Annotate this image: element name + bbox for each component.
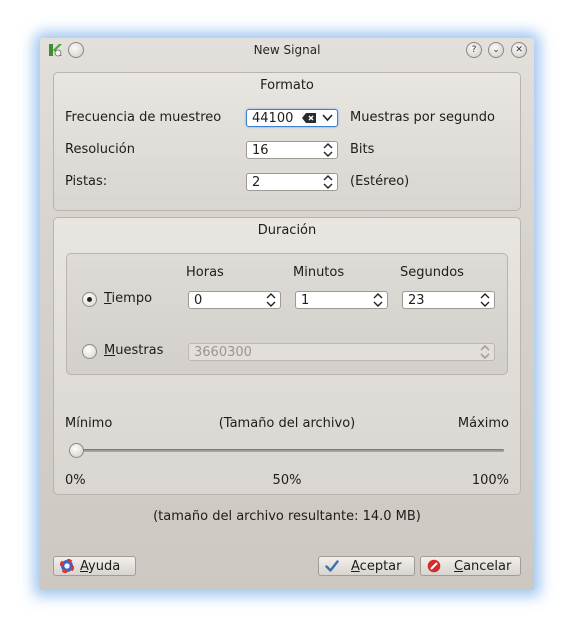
sample-rate-combo[interactable]: 44100 bbox=[246, 109, 338, 127]
resolution-label: Resolución bbox=[65, 142, 135, 157]
resolution-unit: Bits bbox=[350, 142, 375, 157]
new-signal-dialog: New Signal ? ⌄ ✕ Formato Frecuencia de m… bbox=[40, 38, 534, 590]
spin-arrows-icon[interactable] bbox=[480, 293, 490, 307]
sample-rate-label: Frecuencia de muestreo bbox=[65, 110, 222, 125]
hours-header: Horas bbox=[186, 265, 224, 280]
sample-rate-unit: Muestras por segundo bbox=[350, 110, 495, 125]
slider-handle[interactable] bbox=[69, 443, 84, 458]
slider-track bbox=[69, 449, 504, 452]
seconds-header: Segundos bbox=[400, 265, 464, 280]
seconds-value: 23 bbox=[408, 293, 425, 308]
tracks-value: 2 bbox=[252, 175, 261, 190]
hours-value: 0 bbox=[194, 293, 203, 308]
help-button-label: Ayuda bbox=[80, 559, 121, 574]
minutes-value: 1 bbox=[301, 293, 310, 308]
spin-arrows-icon[interactable] bbox=[266, 293, 276, 307]
format-group-title: Formato bbox=[260, 78, 314, 93]
file-size-slider[interactable] bbox=[69, 443, 504, 459]
tick-100-label: 100% bbox=[471, 473, 509, 488]
duration-group-title: Duración bbox=[257, 223, 317, 238]
accept-button[interactable]: Aceptar bbox=[318, 556, 415, 576]
lifebuoy-icon bbox=[60, 559, 74, 573]
sample-rate-value: 44100 bbox=[252, 111, 294, 126]
cancel-button-label: Cancelar bbox=[454, 559, 512, 574]
spin-arrows-icon[interactable] bbox=[373, 293, 383, 307]
minutes-header: Minutos bbox=[293, 265, 345, 280]
tracks-spinbox[interactable]: 2 bbox=[246, 173, 338, 191]
result-file-size: (tamaño del archivo resultante: 14.0 MB) bbox=[153, 509, 421, 524]
cancel-icon bbox=[427, 559, 441, 573]
slider-max-label: Máximo bbox=[457, 416, 509, 431]
minimize-icon[interactable]: ⌄ bbox=[488, 42, 504, 58]
spin-arrows-icon[interactable] bbox=[480, 345, 490, 359]
samples-value: 3660300 bbox=[194, 345, 252, 360]
cancel-button[interactable]: Cancelar bbox=[420, 556, 521, 576]
resolution-spinbox[interactable]: 16 bbox=[246, 141, 338, 159]
radio-selected-dot bbox=[87, 297, 92, 302]
clear-text-icon[interactable] bbox=[302, 112, 317, 124]
minutes-spinbox[interactable]: 1 bbox=[295, 291, 388, 309]
duration-inner-frame: Horas Minutos Segundos Tiempo 0 1 23 Mue… bbox=[66, 253, 508, 375]
hours-spinbox[interactable]: 0 bbox=[188, 291, 281, 309]
seconds-spinbox[interactable]: 23 bbox=[402, 291, 495, 309]
format-group: Formato Frecuencia de muestreo 44100 Mue… bbox=[53, 72, 521, 211]
spin-arrows-icon[interactable] bbox=[323, 143, 333, 157]
duration-group: Duración Horas Minutos Segundos Tiempo 0… bbox=[53, 217, 521, 495]
help-icon[interactable]: ? bbox=[466, 42, 482, 58]
help-button[interactable]: Ayuda bbox=[53, 556, 136, 576]
tiempo-radio[interactable] bbox=[82, 292, 97, 307]
slider-center-label: (Tamaño del archivo) bbox=[218, 416, 356, 431]
tiempo-label[interactable]: Tiempo bbox=[104, 291, 152, 306]
samples-spinbox[interactable]: 3660300 bbox=[188, 343, 495, 361]
close-icon[interactable]: ✕ bbox=[511, 42, 527, 58]
accept-button-label: Aceptar bbox=[351, 559, 402, 574]
tick-50-label: 50% bbox=[272, 473, 302, 488]
checkmark-icon bbox=[325, 560, 339, 572]
title-bar[interactable]: New Signal ? ⌄ ✕ bbox=[40, 38, 534, 62]
muestras-label[interactable]: Muestras bbox=[104, 343, 163, 358]
spin-arrows-icon[interactable] bbox=[323, 175, 333, 189]
resolution-value: 16 bbox=[252, 143, 269, 158]
chevron-down-icon[interactable] bbox=[322, 114, 333, 122]
tracks-unit: (Estéreo) bbox=[350, 174, 410, 189]
tracks-label: Pistas: bbox=[65, 174, 108, 189]
muestras-radio[interactable] bbox=[82, 344, 97, 359]
window-title: New Signal bbox=[253, 43, 321, 57]
